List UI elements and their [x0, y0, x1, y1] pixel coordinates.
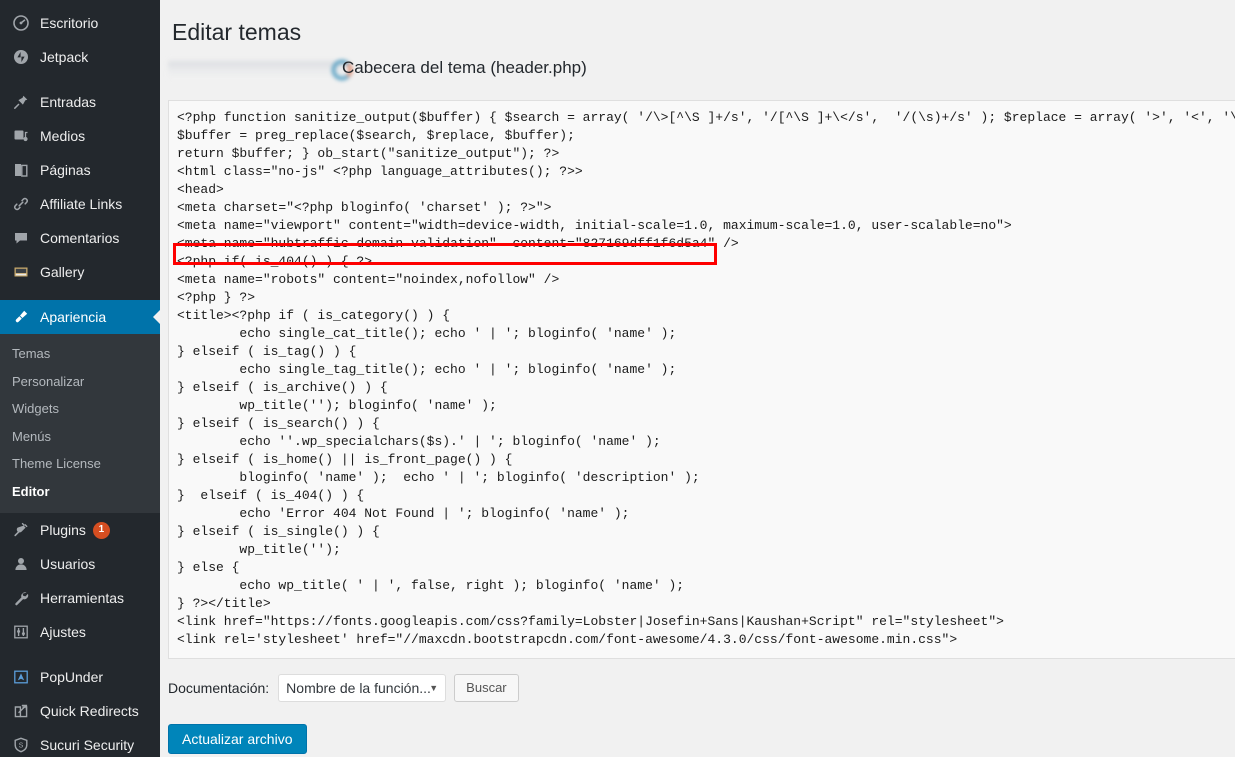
sidebar-item-label: PopUnder — [40, 669, 104, 685]
sidebar-item-sucuri-security[interactable]: S Sucuri Security — [0, 728, 160, 757]
submenu-item-editor[interactable]: Editor — [0, 478, 160, 506]
sidebar-item-ajustes[interactable]: Ajustes — [0, 615, 160, 649]
sidebar-item-label: Usuarios — [40, 556, 96, 572]
documentation-select-value: Nombre de la función... — [286, 679, 431, 696]
admin-page: Escritorio Jetpack Entradas Medios Págin… — [0, 0, 1235, 757]
sidebar-item-label: Apariencia — [40, 309, 107, 325]
sidebar-separator — [0, 649, 160, 660]
sidebar-item-label: Affiliate Links — [40, 196, 123, 212]
sidebar-item-gallery[interactable]: Gallery — [0, 255, 160, 289]
page-title: Editar temas — [172, 19, 302, 45]
submenu-item-widgets[interactable]: Widgets — [0, 395, 160, 423]
sidebar-item-label: Herramientas — [40, 590, 125, 606]
main-content: Editar temas Cabecera del tema (header.p… — [160, 0, 1235, 757]
pages-icon — [10, 160, 32, 180]
admin-sidebar: Escritorio Jetpack Entradas Medios Págin… — [0, 0, 160, 757]
blurred-notice-region — [168, 58, 352, 80]
sidebar-item-quick-redirects[interactable]: Quick Redirects — [0, 694, 160, 728]
sidebar-item-popunder[interactable]: PopUnder — [0, 660, 160, 694]
sidebar-item-usuarios[interactable]: Usuarios — [0, 547, 160, 581]
sidebar-item-herramientas[interactable]: Herramientas — [0, 581, 160, 615]
chevron-down-icon: ▼ — [429, 682, 439, 693]
svg-text:S: S — [19, 742, 24, 749]
file-header-row: Cabecera del tema (header.php) — [160, 56, 1235, 90]
sidebar-separator — [0, 74, 160, 85]
submenu-item-personalizar[interactable]: Personalizar — [0, 368, 160, 396]
sidebar-item-label: Gallery — [40, 264, 85, 280]
documentation-function-select[interactable]: Nombre de la función... ▼ — [278, 673, 447, 702]
sidebar-item-plugins[interactable]: Plugins 1 — [0, 513, 160, 547]
popunder-icon — [10, 667, 32, 687]
documentation-row: Documentación: Nombre de la función... ▼… — [168, 673, 1235, 703]
submenu-item-menus[interactable]: Menús — [0, 423, 160, 451]
sidebar-item-apariencia[interactable]: Apariencia — [0, 300, 160, 334]
sidebar-separator — [0, 289, 160, 300]
search-documentation-button[interactable]: Buscar — [454, 673, 519, 702]
sidebar-item-paginas[interactable]: Páginas — [0, 153, 160, 187]
submenu-item-temas[interactable]: Temas — [0, 340, 160, 368]
sidebar-item-label: Sucuri Security — [40, 737, 135, 753]
sidebar-item-affiliate-links[interactable]: Affiliate Links — [0, 187, 160, 221]
code-editor-panel[interactable]: <?php function sanitize_output($buffer) … — [168, 99, 1235, 659]
sidebar-item-label: Quick Redirects — [40, 703, 139, 719]
appearance-submenu: Temas Personalizar Widgets Menús Theme L… — [0, 334, 160, 513]
sidebar-item-label: Entradas — [40, 94, 97, 110]
settings-sliders-icon — [10, 622, 32, 642]
submenu-item-theme-license[interactable]: Theme License — [0, 450, 160, 478]
appearance-brush-icon — [10, 307, 32, 327]
sidebar-item-label: Comentarios — [40, 230, 120, 246]
sidebar-item-label: Jetpack — [40, 49, 89, 65]
sidebar-item-jetpack[interactable]: Jetpack — [0, 40, 160, 74]
sidebar-item-label: Páginas — [40, 162, 91, 178]
documentation-label: Documentación: — [168, 679, 270, 696]
sidebar-item-entradas[interactable]: Entradas — [0, 85, 160, 119]
sidebar-item-medios[interactable]: Medios — [0, 119, 160, 153]
comment-icon — [10, 228, 32, 248]
tools-wrench-icon — [10, 588, 32, 608]
media-icon — [10, 126, 32, 146]
external-link-icon — [10, 701, 32, 721]
update-file-button[interactable]: Actualizar archivo — [168, 723, 307, 754]
sidebar-item-label: Medios — [40, 128, 86, 144]
shield-icon: S — [10, 735, 32, 755]
code-editor-textarea[interactable]: <?php function sanitize_output($buffer) … — [169, 101, 1235, 649]
users-icon — [10, 554, 32, 574]
plugin-icon — [10, 520, 32, 540]
sidebar-item-label: Plugins — [40, 522, 86, 538]
dashboard-icon — [10, 13, 32, 33]
sidebar-item-comentarios[interactable]: Comentarios — [0, 221, 160, 255]
sidebar-item-label: Ajustes — [40, 624, 86, 640]
edited-file-title: Cabecera del tema (header.php) — [342, 57, 587, 77]
link-icon — [10, 194, 32, 214]
pin-icon — [10, 92, 32, 112]
gallery-icon — [10, 262, 32, 282]
sidebar-item-label: Escritorio — [40, 15, 99, 31]
jetpack-icon — [10, 47, 32, 67]
sidebar-item-escritorio[interactable]: Escritorio — [0, 6, 160, 40]
plugins-update-badge: 1 — [92, 521, 110, 539]
